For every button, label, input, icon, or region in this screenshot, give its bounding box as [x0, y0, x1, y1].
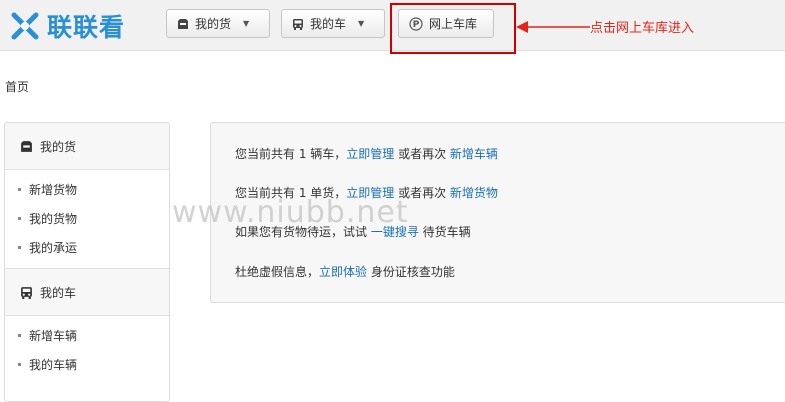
highlight-box	[390, 3, 516, 54]
sidebar-item-add-cargo[interactable]: 新增货物	[5, 175, 169, 204]
watermark: www.niubb.net	[172, 195, 409, 230]
sidebar-item-my-vehicles[interactable]: 我的车辆	[5, 350, 169, 379]
cargo-box-icon	[20, 140, 33, 153]
my-cargo-label: 我的货	[195, 17, 232, 31]
sidebar-item-label: 新增货物	[29, 183, 78, 197]
my-car-button[interactable]: 我的车 ▼	[281, 9, 385, 38]
bullet	[18, 188, 21, 191]
add-cargo-link[interactable]: 新增货物	[450, 186, 498, 200]
sidebar-item-add-vehicle[interactable]: 新增车辆	[5, 321, 169, 350]
manage-vehicles-link[interactable]: 立即管理	[346, 147, 394, 161]
bus-icon	[20, 286, 33, 299]
my-cargo-button[interactable]: 我的货 ▼	[166, 9, 270, 38]
my-car-label: 我的车	[310, 17, 347, 31]
add-vehicle-link[interactable]: 新增车辆	[450, 147, 498, 161]
summary-text: 待货车辆	[418, 225, 471, 239]
logo-text: 联联看	[47, 13, 126, 42]
sidebar-header-car: 我的车	[5, 268, 169, 316]
vehicle-summary-line: 您当前共有 1 辆车，立即管理 或者再次 新增车辆	[235, 145, 498, 162]
try-now-link[interactable]: 立即体验	[319, 265, 367, 279]
arrow-left-icon	[516, 21, 590, 33]
chevron-down-icon: ▼	[358, 19, 365, 28]
bullet	[18, 217, 21, 220]
sidebar-item-label: 我的货物	[29, 212, 78, 226]
summary-text: 杜绝虚假信息，	[235, 265, 320, 279]
logo[interactable]: 联联看	[8, 8, 125, 44]
bullet	[18, 334, 21, 337]
chevron-down-icon: ▼	[243, 19, 250, 28]
logo-icon	[11, 12, 39, 40]
cargo-box-icon	[177, 18, 189, 30]
bullet	[18, 246, 21, 249]
sidebar-header-cargo: 我的货	[5, 123, 169, 170]
sidebar-item-label: 我的承运	[29, 241, 78, 255]
summary-text: 身份证核查功能	[367, 265, 455, 279]
sidebar-item-my-cargo[interactable]: 我的货物	[5, 204, 169, 233]
breadcrumb[interactable]: 首页	[5, 78, 29, 95]
summary-text: 或者再次	[394, 147, 450, 161]
sidebar-item-label: 我的车辆	[29, 358, 78, 372]
bus-icon	[292, 18, 304, 30]
sidebar-item-my-shipments[interactable]: 我的承运	[5, 233, 169, 262]
sidebar-item-label: 新增车辆	[29, 329, 78, 343]
sidebar-header-label: 我的车	[40, 285, 77, 300]
summary-text: 您当前共有 1 辆车，	[235, 147, 347, 161]
bullet	[18, 363, 21, 366]
id-verification-line: 杜绝虚假信息，立即体验 身份证核查功能	[235, 263, 455, 280]
sidebar: 我的货 新增货物 我的货物 我的承运 我的车 新增车辆 我的车辆	[4, 122, 170, 402]
annotation-text: 点击网上车库进入	[590, 21, 695, 36]
sidebar-header-label: 我的货	[40, 139, 77, 154]
